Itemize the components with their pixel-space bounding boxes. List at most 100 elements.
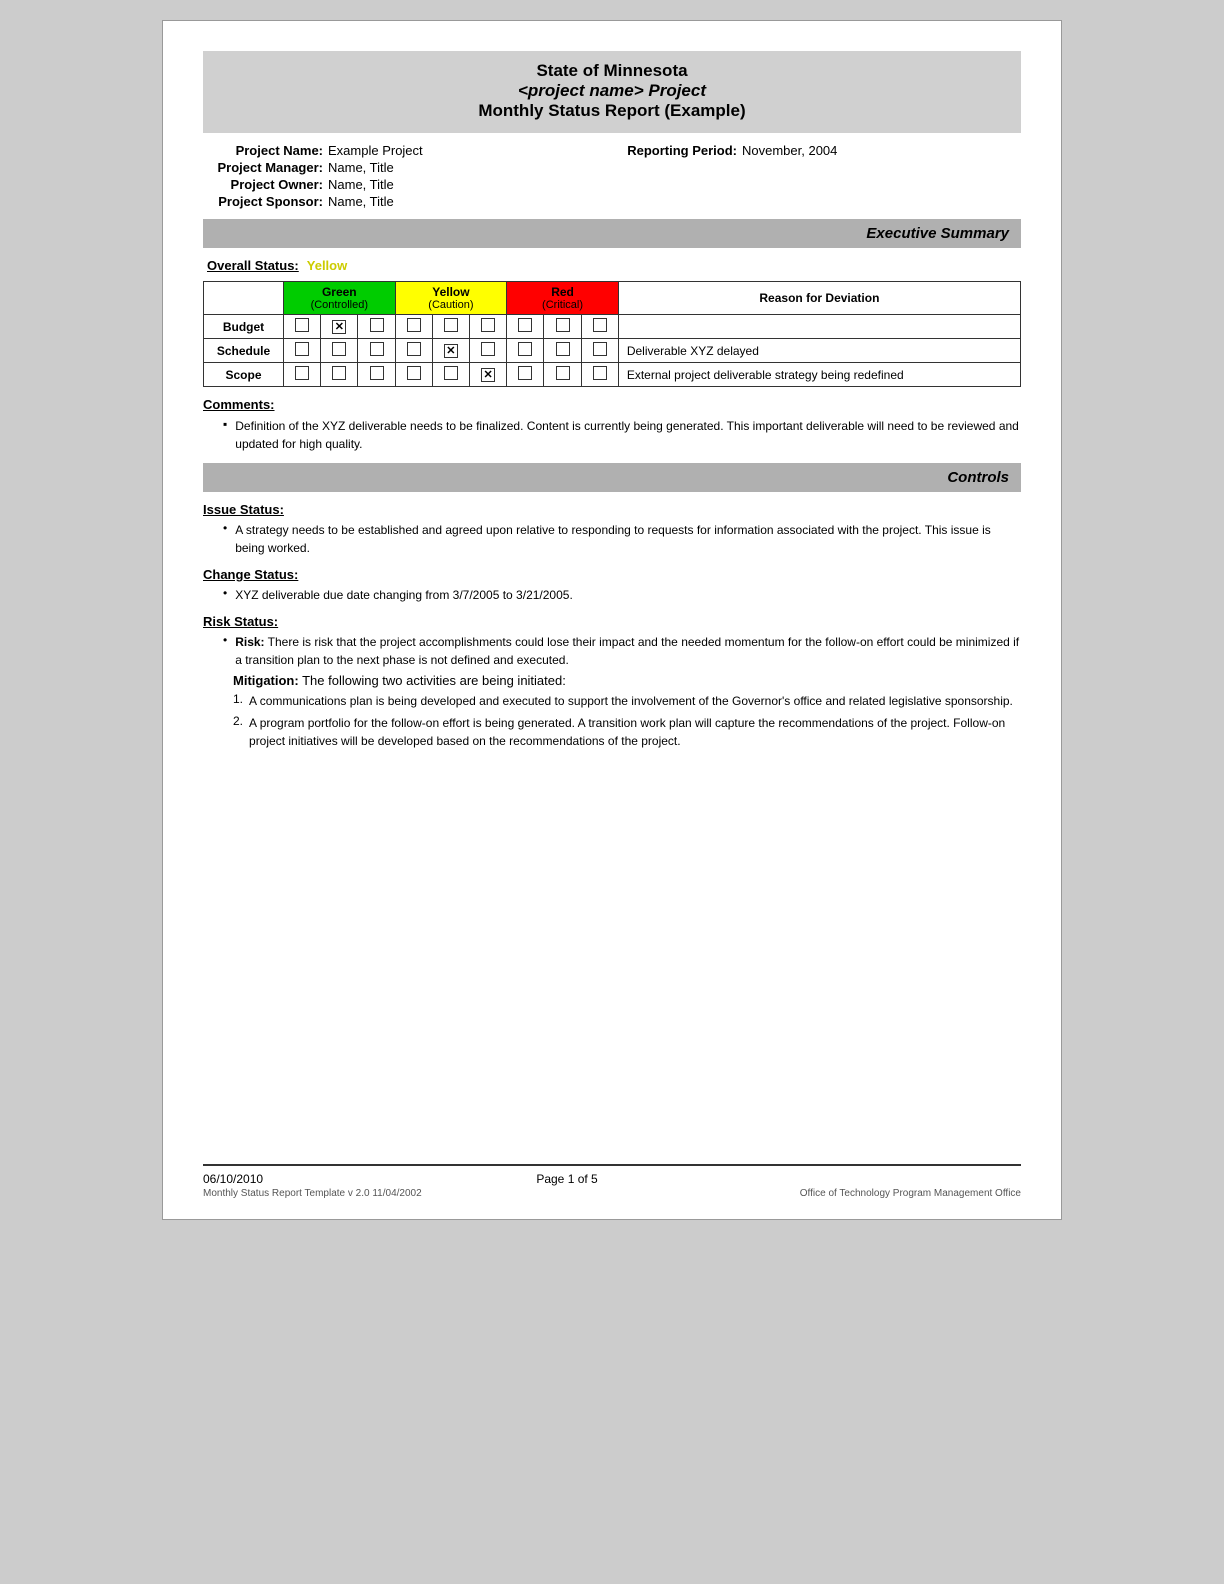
reporting-period-row: Reporting Period: November, 2004: [617, 143, 1021, 158]
controls-title: Controls: [947, 469, 1009, 486]
project-name-italic: <project name> Project: [518, 81, 706, 100]
checkbox-unchecked: [518, 318, 532, 332]
red-checkbox-cell: [581, 315, 618, 339]
project-sponsor-label: Project Sponsor:: [203, 194, 323, 209]
mitigation-bold: Mitigation:: [233, 673, 299, 688]
checkbox-unchecked: [444, 318, 458, 332]
overall-status-value: Yellow: [307, 258, 347, 273]
project-info: Project Name: Example Project Project Ma…: [203, 143, 1021, 209]
project-info-right: Reporting Period: November, 2004: [617, 143, 1021, 209]
checkbox-unchecked: [407, 366, 421, 380]
issue-text: A strategy needs to be established and a…: [235, 521, 1021, 557]
project-name-value: Example Project: [328, 143, 423, 158]
status-table-row: Schedule Deliverable XYZ delayed: [204, 339, 1021, 363]
checkbox-unchecked: [295, 366, 309, 380]
issue-status-section: Issue Status: •A strategy needs to be es…: [203, 502, 1021, 557]
red-checkbox-cell: [581, 339, 618, 363]
checkbox-unchecked: [295, 318, 309, 332]
yellow-checkbox-cell: [470, 363, 507, 387]
comments-list: ▪Definition of the XYZ deliverable needs…: [203, 417, 1021, 453]
project-sponsor-row: Project Sponsor: Name, Title: [203, 194, 607, 209]
yellow-checkbox-cell: [395, 339, 432, 363]
red-checkbox-cell: [507, 339, 544, 363]
header-banner: State of Minnesota <project name> Projec…: [203, 51, 1021, 133]
checkbox-unchecked: [593, 318, 607, 332]
checkbox-unchecked: [481, 342, 495, 356]
risk-bullet-symbol: •: [223, 633, 227, 669]
checkbox-checked: [332, 320, 346, 334]
th-empty: [204, 282, 284, 315]
row-label: Schedule: [204, 339, 284, 363]
state-title: State of Minnesota: [223, 61, 1001, 81]
red-checkbox-cell: [507, 315, 544, 339]
executive-summary-banner: Executive Summary: [203, 219, 1021, 248]
checkbox-unchecked: [556, 318, 570, 332]
risk-text: There is risk that the project accomplis…: [235, 635, 1019, 667]
green-checkbox-cell: [358, 339, 395, 363]
row-label: Budget: [204, 315, 284, 339]
issue-list: •A strategy needs to be established and …: [203, 521, 1021, 557]
status-table-row: ScopeExternal project deliverable strate…: [204, 363, 1021, 387]
overall-status-label: Overall Status:: [207, 258, 299, 273]
page: State of Minnesota <project name> Projec…: [162, 20, 1062, 1220]
project-owner-value: Name, Title: [328, 177, 394, 192]
change-status-label: Change Status:: [203, 567, 1021, 582]
project-name-row: Project Name: Example Project: [203, 143, 607, 158]
yellow-checkbox-cell: [395, 315, 432, 339]
reason-cell: Deliverable XYZ delayed: [618, 339, 1020, 363]
report-title: Monthly Status Report (Example): [223, 101, 1001, 121]
project-owner-row: Project Owner: Name, Title: [203, 177, 607, 192]
change-item: • XYZ deliverable due date changing from …: [223, 586, 1021, 604]
project-info-left: Project Name: Example Project Project Ma…: [203, 143, 607, 209]
checkbox-unchecked: [556, 366, 570, 380]
project-sponsor-value: Name, Title: [328, 194, 394, 209]
mitigation-text: A program portfolio for the follow-on ef…: [249, 714, 1021, 750]
mitigation-list: 1. A communications plan is being develop…: [203, 692, 1021, 750]
footer-office: Office of Technology Program Management …: [800, 1188, 1021, 1199]
mitigation-intro-text: The following two activities are being i…: [299, 673, 566, 688]
comments-label: Comments:: [203, 397, 1021, 412]
change-list: • XYZ deliverable due date changing from …: [203, 586, 1021, 604]
checkbox-unchecked: [295, 342, 309, 356]
mitigation-text: A communications plan is being developed…: [249, 692, 1013, 710]
project-manager-row: Project Manager: Name, Title: [203, 160, 607, 175]
checkbox-unchecked: [518, 342, 532, 356]
risk-bullet-text: Risk: There is risk that the project acc…: [235, 633, 1021, 669]
numbered-symbol: 2.: [233, 714, 243, 750]
status-table-row: Budget: [204, 315, 1021, 339]
checkbox-unchecked: [370, 318, 384, 332]
checkbox-unchecked: [332, 366, 346, 380]
green-checkbox-cell: [358, 363, 395, 387]
mitigation-item: 1. A communications plan is being develop…: [233, 692, 1021, 710]
overall-status-row: Overall Status: Yellow: [207, 258, 1021, 273]
project-name-label: Project Name:: [203, 143, 323, 158]
yellow-checkbox-cell: [432, 315, 469, 339]
page-footer: 06/10/2010 Page 1 of 5 Monthly Status Re…: [203, 1164, 1021, 1199]
green-checkbox-cell: [284, 363, 321, 387]
reason-cell: External project deliverable strategy be…: [618, 363, 1020, 387]
green-checkbox-cell: [321, 363, 358, 387]
checkbox-unchecked: [556, 342, 570, 356]
issue-item: •A strategy needs to be established and …: [223, 521, 1021, 557]
footer-template: Monthly Status Report Template v 2.0 11/…: [203, 1188, 422, 1199]
checkbox-unchecked: [593, 366, 607, 380]
green-checkbox-cell: [284, 339, 321, 363]
bullet-symbol: •: [223, 586, 227, 604]
bullet-symbol: •: [223, 521, 227, 557]
checkbox-unchecked: [332, 342, 346, 356]
checkbox-checked: [444, 344, 458, 358]
reason-cell: [618, 315, 1020, 339]
footer-top-row: 06/10/2010 Page 1 of 5: [203, 1172, 1021, 1186]
change-text: XYZ deliverable due date changing from 3…: [235, 586, 573, 604]
mitigation-intro-row: Mitigation: The following two activities…: [233, 673, 1021, 688]
numbered-symbol: 1.: [233, 692, 243, 710]
th-reason: Reason for Deviation: [618, 282, 1020, 315]
green-checkbox-cell: [284, 315, 321, 339]
th-green: Green (Controlled): [284, 282, 396, 315]
yellow-checkbox-cell: [395, 363, 432, 387]
green-checkbox-cell: [358, 315, 395, 339]
red-checkbox-cell: [507, 363, 544, 387]
th-yellow: Yellow (Caution): [395, 282, 507, 315]
project-manager-value: Name, Title: [328, 160, 394, 175]
checkbox-unchecked: [593, 342, 607, 356]
